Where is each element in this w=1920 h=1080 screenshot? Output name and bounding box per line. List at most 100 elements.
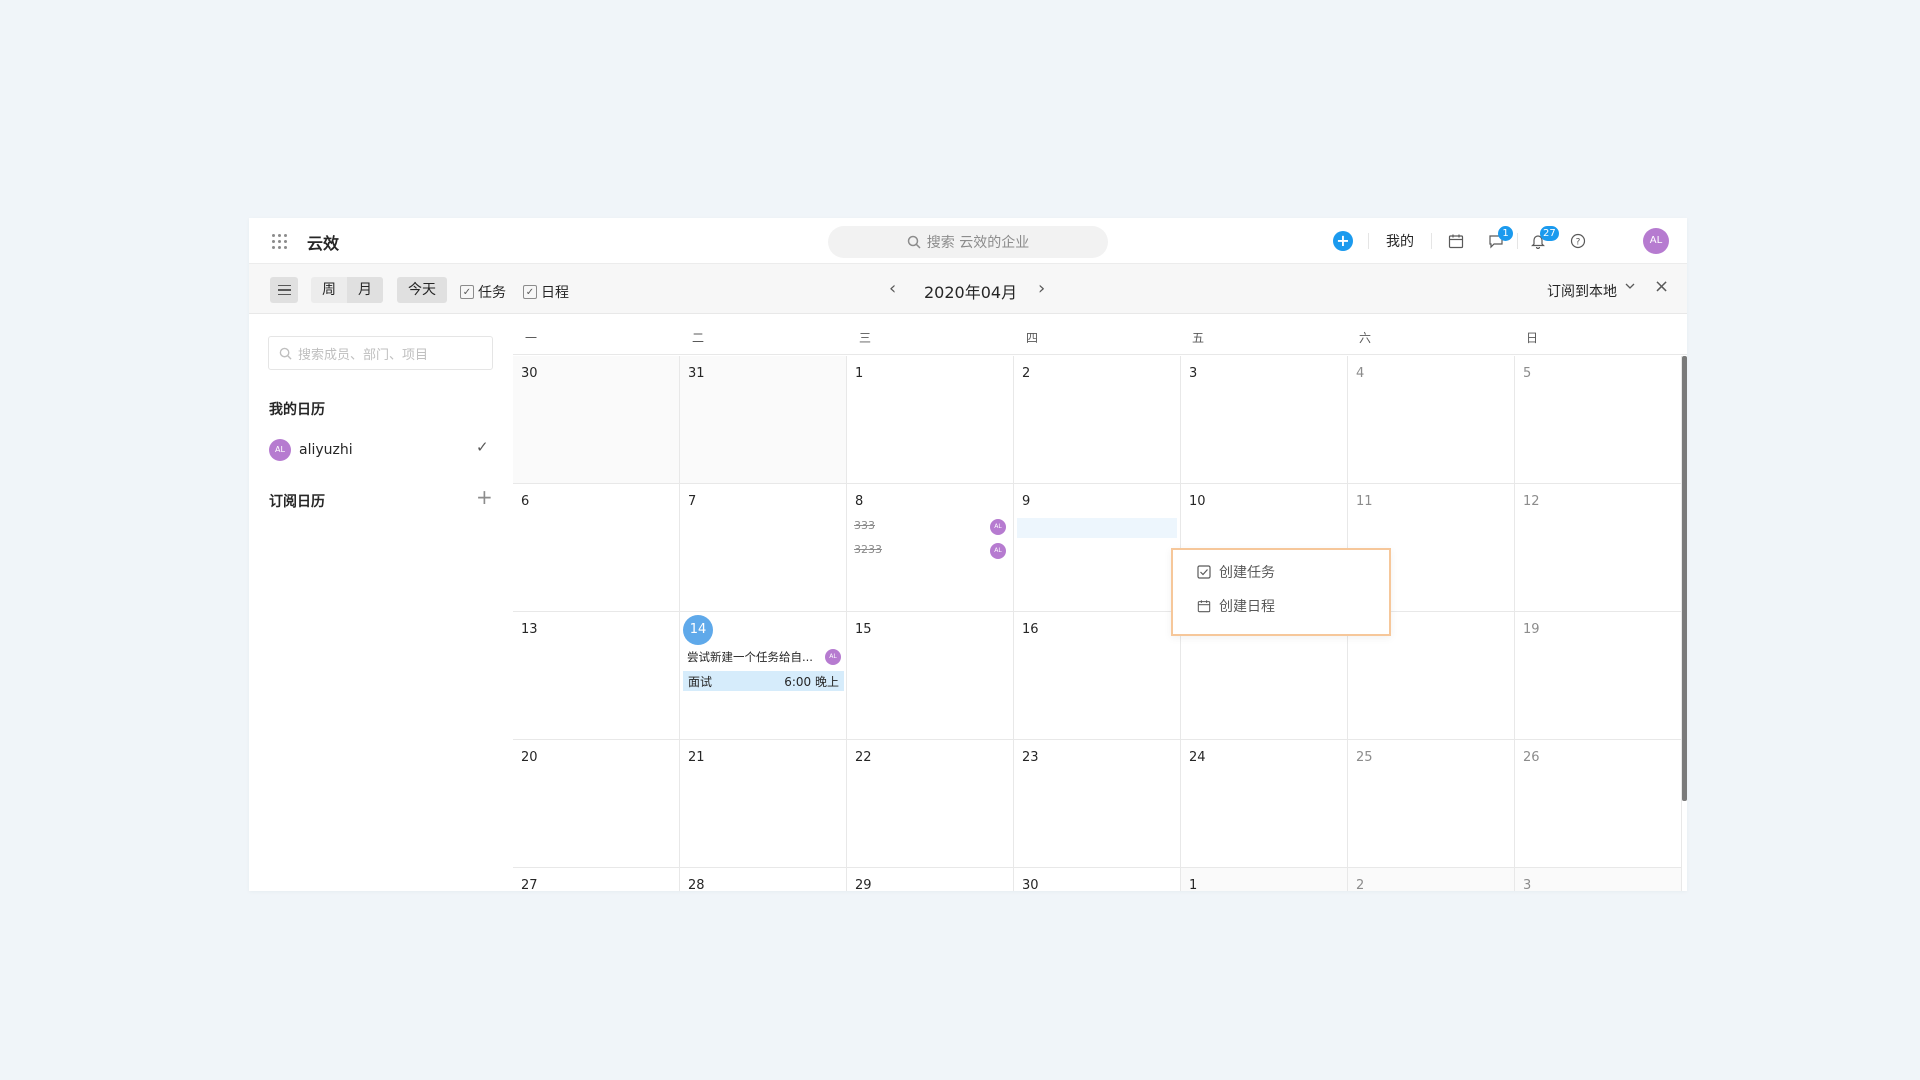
create-button[interactable]: + xyxy=(1333,231,1353,251)
day-cell[interactable]: 22 xyxy=(847,740,1014,868)
next-month-chevron-icon[interactable]: › xyxy=(1038,278,1045,299)
day-cell[interactable]: 1 xyxy=(1181,868,1348,891)
day-number: 28 xyxy=(688,878,705,891)
day-number: 29 xyxy=(855,878,872,891)
member-search-input[interactable]: 搜索成员、部门、项目 xyxy=(268,336,493,370)
weekday-label: 六 xyxy=(1359,331,1372,345)
day-number: 6 xyxy=(521,494,530,509)
view-month-button[interactable]: 月 xyxy=(347,277,383,303)
day-number: 23 xyxy=(1022,750,1039,765)
day-cell[interactable]: 20 xyxy=(513,740,680,868)
event-time: 6:00 晚上 xyxy=(784,674,839,689)
checkbox-icon xyxy=(1197,565,1211,579)
global-search-input[interactable]: 搜索 云效的企业 xyxy=(828,226,1108,258)
day-cell[interactable]: 8 333 AL 3233 AL xyxy=(847,484,1014,612)
day-cell[interactable]: 31 xyxy=(680,356,847,484)
check-icon[interactable]: ✓ xyxy=(476,438,489,456)
subscribe-local-button[interactable]: 订阅到本地 xyxy=(1547,281,1617,301)
day-number: 3 xyxy=(1523,878,1532,891)
create-schedule-label: 创建日程 xyxy=(1219,599,1275,615)
member-search-placeholder: 搜索成员、部门、项目 xyxy=(298,347,429,363)
day-number: 11 xyxy=(1356,494,1373,509)
vertical-scrollbar[interactable] xyxy=(1682,356,1687,801)
day-cell[interactable]: 7 xyxy=(680,484,847,612)
day-cell[interactable]: 2 xyxy=(1014,356,1181,484)
day-cell[interactable]: 14 尝试新建一个任务给自... AL 面试 6:00 晚上 xyxy=(680,612,847,740)
weekday-label: 三 xyxy=(859,331,872,345)
prev-month-chevron-icon[interactable]: ‹ xyxy=(889,278,896,299)
svg-text:?: ? xyxy=(1576,238,1581,248)
day-cell[interactable]: 9 xyxy=(1014,484,1181,612)
day-cell[interactable]: 3 xyxy=(1181,356,1348,484)
day-number: 22 xyxy=(855,750,872,765)
help-button[interactable]: ? xyxy=(1567,230,1589,252)
search-icon xyxy=(279,347,292,360)
task-item[interactable]: 333 xyxy=(854,519,875,532)
filter-task-checkbox[interactable]: ✓ 任务 xyxy=(460,282,506,302)
day-number: 1 xyxy=(855,366,864,381)
day-cell[interactable]: 3 xyxy=(1515,868,1682,891)
day-cell[interactable]: 29 xyxy=(847,868,1014,891)
day-number: 30 xyxy=(521,366,538,381)
my-calendar-title: 我的日历 xyxy=(269,402,325,418)
day-cell[interactable]: 30 xyxy=(513,356,680,484)
chevron-down-icon[interactable] xyxy=(1624,280,1636,295)
calendar-toolbar: 周 月 今天 ✓ 任务 ✓ 日程 ‹ 2020年04月 › 订阅到本地 × xyxy=(249,264,1687,314)
close-icon[interactable]: × xyxy=(1654,276,1669,297)
notification-button[interactable]: 27 xyxy=(1527,226,1559,252)
day-cell[interactable]: 21 xyxy=(680,740,847,868)
day-cell[interactable]: 2 xyxy=(1348,868,1515,891)
day-number: 8 xyxy=(855,494,864,509)
task-item[interactable]: 3233 xyxy=(854,543,882,556)
schedule-event[interactable]: 面试 6:00 晚上 xyxy=(683,671,844,691)
sidebar-toggle-button[interactable] xyxy=(270,277,298,303)
day-cell[interactable]: 1 xyxy=(847,356,1014,484)
day-number: 3 xyxy=(1189,366,1198,381)
filter-schedule-label: 日程 xyxy=(541,285,569,301)
today-button[interactable]: 今天 xyxy=(397,277,447,303)
day-cell[interactable]: 15 xyxy=(847,612,1014,740)
create-task-menu-item[interactable]: 创建任务 xyxy=(1197,562,1275,582)
view-switcher: 周 月 xyxy=(311,277,383,303)
day-cell[interactable]: 19 xyxy=(1515,612,1682,740)
day-number: 12 xyxy=(1523,494,1540,509)
calendar-button[interactable] xyxy=(1445,230,1467,252)
day-cell[interactable]: 12 xyxy=(1515,484,1682,612)
avatar: AL xyxy=(269,439,291,461)
day-number: 24 xyxy=(1189,750,1206,765)
calendar-icon xyxy=(1197,600,1211,613)
apps-grid-icon[interactable] xyxy=(272,234,287,249)
day-cell[interactable]: 6 xyxy=(513,484,680,612)
day-cell[interactable]: 16 xyxy=(1014,612,1181,740)
day-cell[interactable]: 28 xyxy=(680,868,847,891)
day-cell[interactable]: 4 xyxy=(1348,356,1515,484)
day-cell[interactable]: 27 xyxy=(513,868,680,891)
chat-button[interactable]: 1 xyxy=(1485,226,1513,252)
day-number: 25 xyxy=(1356,750,1373,765)
user-avatar[interactable]: AL xyxy=(1643,228,1669,254)
add-subscription-plus-icon[interactable]: + xyxy=(476,485,493,509)
create-schedule-menu-item[interactable]: 创建日程 xyxy=(1197,596,1275,616)
weekday-label: 二 xyxy=(692,331,705,345)
day-cell[interactable]: 30 xyxy=(1014,868,1181,891)
task-item[interactable]: 尝试新建一个任务给自... xyxy=(687,649,813,665)
day-cell[interactable]: 5 xyxy=(1515,356,1682,484)
day-number: 5 xyxy=(1523,366,1532,381)
day-cell[interactable]: 25 xyxy=(1348,740,1515,868)
divider xyxy=(1431,233,1432,249)
my-calendar-item[interactable]: AL aliyuzhi xyxy=(269,439,353,461)
weekday-label: 四 xyxy=(1026,331,1039,345)
checkbox-checked-icon: ✓ xyxy=(523,285,537,299)
view-week-button[interactable]: 周 xyxy=(311,277,347,303)
filter-schedule-checkbox[interactable]: ✓ 日程 xyxy=(523,282,569,302)
day-cell[interactable]: 13 xyxy=(513,612,680,740)
day-cell[interactable]: 24 xyxy=(1181,740,1348,868)
day-cell[interactable]: 23 xyxy=(1014,740,1181,868)
day-cell[interactable]: 26 xyxy=(1515,740,1682,868)
weekday-header: 一 二 三 四 五 六 日 xyxy=(513,315,1687,355)
today-day-number: 14 xyxy=(683,615,713,645)
divider xyxy=(1517,233,1518,249)
mine-link[interactable]: 我的 xyxy=(1386,231,1414,251)
day-number: 21 xyxy=(688,750,705,765)
month-title: 2020年04月 xyxy=(924,283,1018,302)
